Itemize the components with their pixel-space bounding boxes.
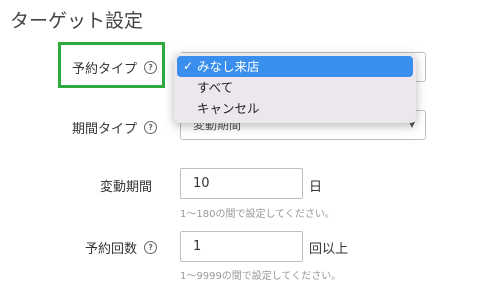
variable-period-hint: 1〜180の間で設定してください。 <box>180 209 335 220</box>
variable-period-input[interactable]: 10 <box>180 168 303 199</box>
help-icon[interactable]: ? <box>144 241 158 254</box>
reservation-type-label: 予約タイプ <box>72 62 138 77</box>
period-type-label-group: 期間タイプ ? <box>72 118 158 137</box>
reservation-type-label-group: 予約タイプ ? <box>72 58 158 77</box>
help-icon[interactable]: ? <box>144 61 158 74</box>
check-icon: ✓ <box>183 59 194 73</box>
page-title: ターゲット設定 <box>10 10 144 32</box>
reservation-count-label-group: 予約回数 ? <box>85 238 158 257</box>
variable-period-label-group: 変動期間 <box>100 176 152 195</box>
dropdown-option-minashi[interactable]: ✓ みなし来店 <box>177 56 413 77</box>
dropdown-option-all[interactable]: すべて <box>177 77 413 98</box>
variable-period-label: 変動期間 <box>100 180 153 195</box>
option-label: すべて <box>197 80 234 95</box>
reservation-count-input[interactable]: 1 <box>180 231 303 262</box>
help-icon[interactable]: ? <box>144 121 158 134</box>
reservation-count-hint: 1〜9999の間で設定してください。 <box>180 271 342 282</box>
reservation-count-label: 予約回数 <box>85 242 138 257</box>
option-label: キャンセル <box>197 101 260 116</box>
reservation-type-dropdown: ✓ みなし来店 すべて キャンセル <box>174 53 416 123</box>
period-type-label: 期間タイプ <box>72 122 138 137</box>
variable-period-unit: 日 <box>309 180 323 195</box>
option-label: みなし来店 <box>197 59 260 74</box>
dropdown-option-cancel[interactable]: キャンセル <box>177 98 413 119</box>
reservation-count-unit: 回以上 <box>309 242 349 257</box>
